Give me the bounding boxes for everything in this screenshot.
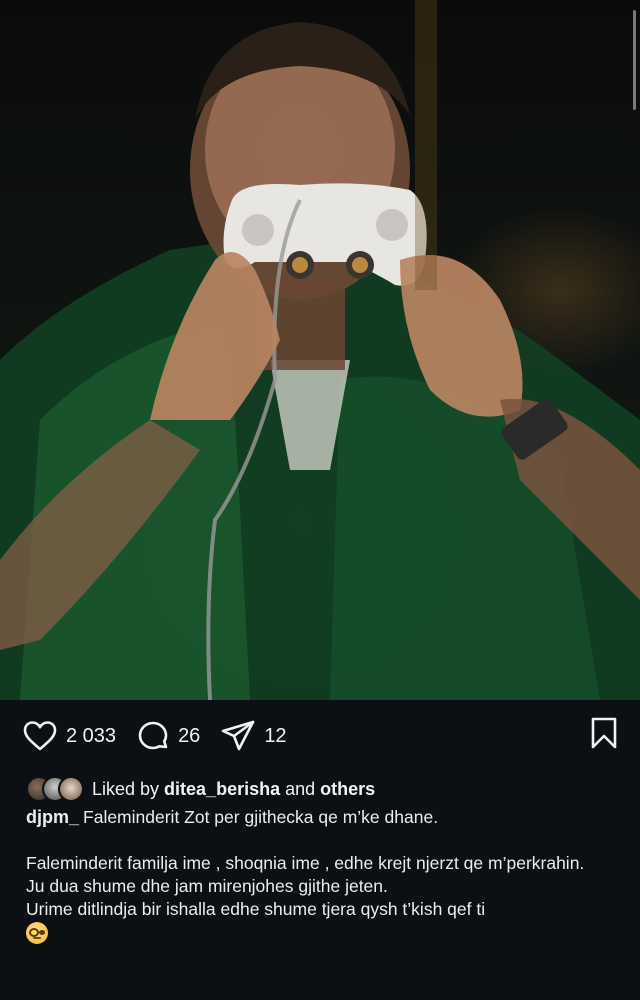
caption-line: djpm_ Faleminderit Zot per gjithecka qe m… (26, 806, 616, 829)
heart-icon (23, 721, 57, 751)
share-count: 12 (264, 724, 287, 747)
scrollbar[interactable] (633, 10, 636, 110)
nerd-face-emoji-icon (26, 922, 48, 945)
post-actions-bar: 2 033 26 12 (0, 700, 640, 772)
liked-by-user[interactable]: ditea_berisha (164, 779, 280, 799)
avatar (58, 776, 84, 802)
liker-avatars (26, 776, 92, 802)
caption-text: Faleminderit Zot per gjithecka qe m’ke d… (83, 807, 439, 827)
comment-icon (138, 721, 168, 750)
share-button[interactable]: 12 (220, 716, 287, 756)
caption-line: Urime ditlindja bir ishalla edhe shume t… (26, 899, 486, 919)
liked-by-and: and (280, 778, 321, 799)
like-count: 2 033 (66, 724, 117, 747)
liked-by-prefix: Liked by (92, 778, 165, 799)
post-caption: djpm_ Faleminderit Zot per gjithecka qe m… (26, 806, 616, 945)
like-button[interactable]: 2 033 (22, 716, 116, 756)
comment-count: 26 (178, 724, 201, 747)
bookmark-icon (591, 717, 617, 749)
caption-line: Faleminderit familja ime , shoqnia ime ,… (26, 853, 585, 873)
liked-by-text: Liked by ditea_berisha and others (92, 779, 375, 800)
comment-button[interactable]: 26 (136, 716, 200, 756)
photo-illustration (0, 0, 640, 700)
share-icon (222, 720, 255, 751)
caption-line: Ju dua shume dhe jam mirenjohes gjithe j… (26, 876, 388, 896)
post-photo[interactable] (0, 0, 640, 700)
caption-emoji-line (26, 921, 616, 945)
liked-by-others[interactable]: others (320, 779, 375, 799)
liked-by-row[interactable]: Liked by ditea_berisha and others (26, 776, 375, 802)
caption-username[interactable]: djpm_ (26, 807, 79, 827)
save-bookmark-button[interactable] (590, 716, 618, 755)
